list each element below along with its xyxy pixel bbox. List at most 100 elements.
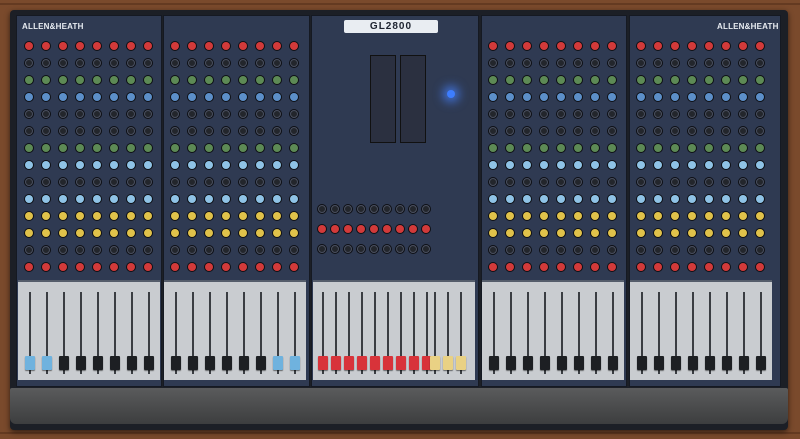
knob: [222, 263, 230, 271]
knob: [42, 212, 50, 220]
knob: [344, 225, 352, 233]
knob: [256, 110, 264, 118]
knob: [318, 225, 326, 233]
knob: [506, 76, 514, 84]
knob: [540, 59, 548, 67]
knob: [540, 110, 548, 118]
knob: [705, 93, 713, 101]
knob: [171, 127, 179, 135]
knob: [396, 245, 404, 253]
fader-cap: [608, 356, 618, 370]
knob: [290, 178, 298, 186]
knob: [671, 59, 679, 67]
knob: [273, 144, 281, 152]
knob: [540, 229, 548, 237]
knob: [25, 195, 33, 203]
knob: [222, 161, 230, 169]
knob: [654, 229, 662, 237]
knob: [144, 93, 152, 101]
knob: [144, 42, 152, 50]
knob: [42, 246, 50, 254]
knob: [574, 110, 582, 118]
knob: [608, 195, 616, 203]
fader-cap: [671, 356, 681, 370]
knob: [171, 246, 179, 254]
knob: [523, 229, 531, 237]
fader-cap: [637, 356, 647, 370]
knob: [637, 161, 645, 169]
knob: [76, 93, 84, 101]
knob: [506, 212, 514, 220]
fader-cap: [591, 356, 601, 370]
knob: [42, 76, 50, 84]
knob: [637, 212, 645, 220]
knob: [739, 229, 747, 237]
knob: [25, 161, 33, 169]
knob: [25, 246, 33, 254]
knob: [654, 42, 662, 50]
knob: [59, 246, 67, 254]
fader-cap: [357, 356, 367, 370]
knob: [93, 246, 101, 254]
knob: [756, 161, 764, 169]
fader-bay: [630, 280, 772, 380]
knob: [188, 127, 196, 135]
knob: [574, 93, 582, 101]
knob: [739, 178, 747, 186]
knob: [688, 42, 696, 50]
knob: [239, 246, 247, 254]
knob: [171, 76, 179, 84]
knob: [110, 42, 118, 50]
knob: [171, 178, 179, 186]
knob: [256, 76, 264, 84]
knob: [591, 212, 599, 220]
knob: [591, 229, 599, 237]
fader-cap: [443, 356, 453, 370]
knob: [557, 76, 565, 84]
knob: [722, 195, 730, 203]
fader-cap: [25, 356, 35, 370]
fader-cap: [331, 356, 341, 370]
knob: [688, 127, 696, 135]
knob: [688, 59, 696, 67]
knob: [506, 178, 514, 186]
knob: [256, 195, 264, 203]
fader-cap: [42, 356, 52, 370]
knob: [256, 263, 264, 271]
knob: [637, 59, 645, 67]
knob: [608, 263, 616, 271]
knob: [222, 229, 230, 237]
knob: [273, 161, 281, 169]
knob: [110, 161, 118, 169]
fader-cap: [383, 356, 393, 370]
knob: [205, 110, 213, 118]
fader-cap: [739, 356, 749, 370]
knob: [383, 225, 391, 233]
knob: [76, 263, 84, 271]
knob: [506, 246, 514, 254]
knob: [59, 127, 67, 135]
knob: [273, 127, 281, 135]
knob: [688, 195, 696, 203]
knob: [59, 76, 67, 84]
knob: [557, 246, 565, 254]
knob: [42, 178, 50, 186]
knob: [188, 229, 196, 237]
knob: [608, 144, 616, 152]
knob: [144, 144, 152, 152]
knob: [239, 229, 247, 237]
knob: [290, 246, 298, 254]
fader-cap: [489, 356, 499, 370]
fader-cap: [290, 356, 300, 370]
fader-cap: [239, 356, 249, 370]
knob: [671, 76, 679, 84]
knob: [42, 59, 50, 67]
knob: [739, 93, 747, 101]
knob: [188, 42, 196, 50]
knob: [489, 42, 497, 50]
knob: [205, 93, 213, 101]
knob: [637, 93, 645, 101]
knob: [93, 93, 101, 101]
knob: [557, 127, 565, 135]
knob: [523, 178, 531, 186]
